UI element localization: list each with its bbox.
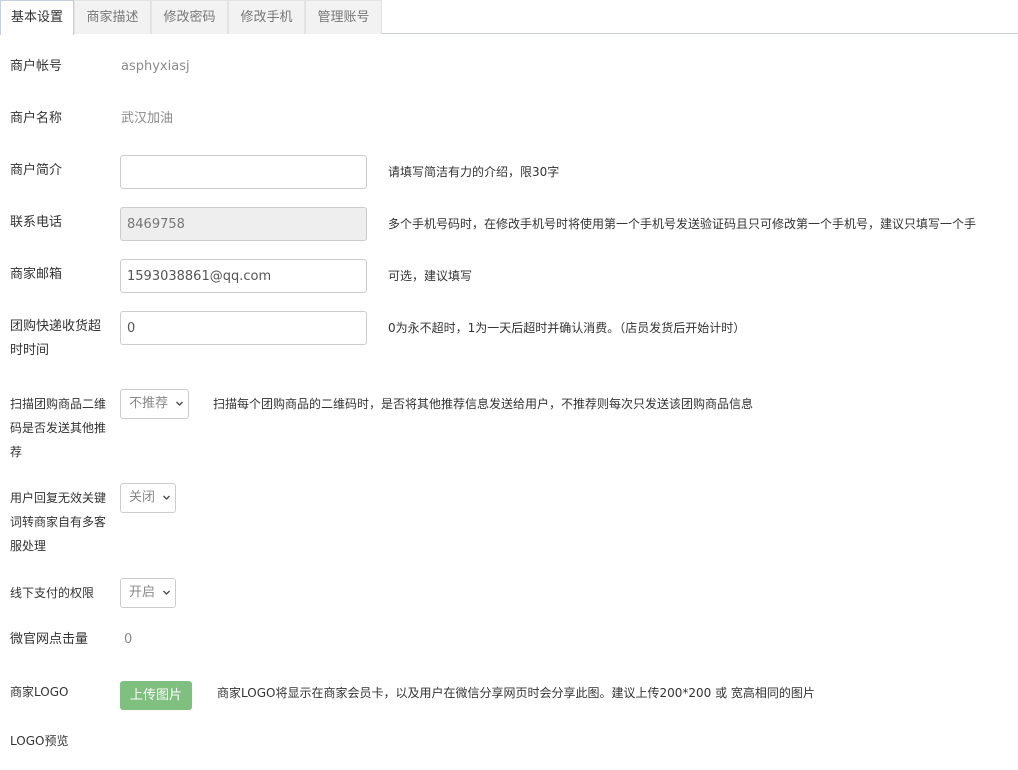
timeout-help: 0为永不超时，1为一天后超时并确认消费。（店员发货后开始计时） (388, 321, 746, 335)
invalid-keyword-label-line1: 用户回复无效关键 (10, 491, 107, 505)
qrcode-label-line2: 码是否发送其他推 (10, 421, 107, 435)
phone-help: 多个手机号码时，在修改手机号时将使用第一个手机号发送验证码且只可修改第一个手机号… (388, 217, 977, 231)
logo-preview-label: LOGO预览 (10, 734, 69, 748)
phone-input[interactable] (120, 207, 367, 241)
email-label: 商家邮箱 (10, 267, 63, 282)
email-input[interactable] (120, 259, 367, 293)
invalid-keyword-select[interactable]: 关闭 (120, 483, 176, 513)
offline-pay-select[interactable]: 开启 (120, 578, 176, 608)
timeout-input[interactable] (120, 311, 367, 345)
timeout-label-line1: 团购快递收货超 (10, 319, 102, 334)
intro-help: 请填写简洁有力的介绍，限30字 (388, 165, 560, 179)
qrcode-select-value: 不推荐 (129, 396, 169, 411)
intro-input[interactable] (120, 155, 367, 189)
timeout-label-line2: 时时间 (10, 343, 50, 358)
qrcode-label-line1: 扫描团购商品二维 (10, 397, 107, 411)
tab-manage-accounts[interactable]: 管理账号 (305, 0, 382, 34)
qrcode-help: 扫描每个团购商品的二维码时，是否将其他推荐信息发送给用户，不推荐则每次只发送该团… (213, 397, 754, 411)
tab-change-phone[interactable]: 修改手机 (228, 0, 305, 34)
intro-label: 商户简介 (10, 163, 63, 178)
qrcode-label-line3: 荐 (10, 445, 23, 459)
invalid-keyword-label-line3: 服处理 (10, 539, 47, 553)
name-label: 商户名称 (10, 111, 63, 126)
clicks-value: 0 (124, 632, 133, 647)
chevron-down-icon (163, 495, 170, 500)
offline-pay-select-value: 开启 (129, 585, 156, 600)
chevron-down-icon (176, 401, 183, 406)
phone-label: 联系电话 (10, 215, 63, 230)
tab-basic-settings[interactable]: 基本设置 (0, 0, 74, 35)
email-help: 可选，建议填写 (388, 269, 473, 283)
tab-merchant-description[interactable]: 商家描述 (74, 0, 151, 34)
account-label: 商户帐号 (10, 59, 63, 74)
tab-bar: 基本设置 商家描述 修改密码 修改手机 管理账号 (0, 0, 1018, 35)
name-value: 武汉加油 (121, 111, 174, 126)
account-value: asphyxiasj (121, 59, 190, 74)
offline-pay-label: 线下支付的权限 (10, 586, 95, 600)
chevron-down-icon (163, 590, 170, 595)
tab-change-password[interactable]: 修改密码 (151, 0, 228, 34)
qrcode-recommend-select[interactable]: 不推荐 (120, 389, 189, 419)
logo-help: 商家LOGO将显示在商家会员卡，以及用户在微信分享网页时会分享此图。建议上传20… (217, 686, 815, 700)
invalid-keyword-select-value: 关闭 (129, 490, 156, 505)
logo-label: 商家LOGO (10, 685, 69, 699)
invalid-keyword-label-line2: 词转商家自有多客 (10, 515, 107, 529)
clicks-label: 微官网点击量 (10, 632, 89, 647)
upload-image-button[interactable]: 上传图片 (120, 681, 192, 710)
